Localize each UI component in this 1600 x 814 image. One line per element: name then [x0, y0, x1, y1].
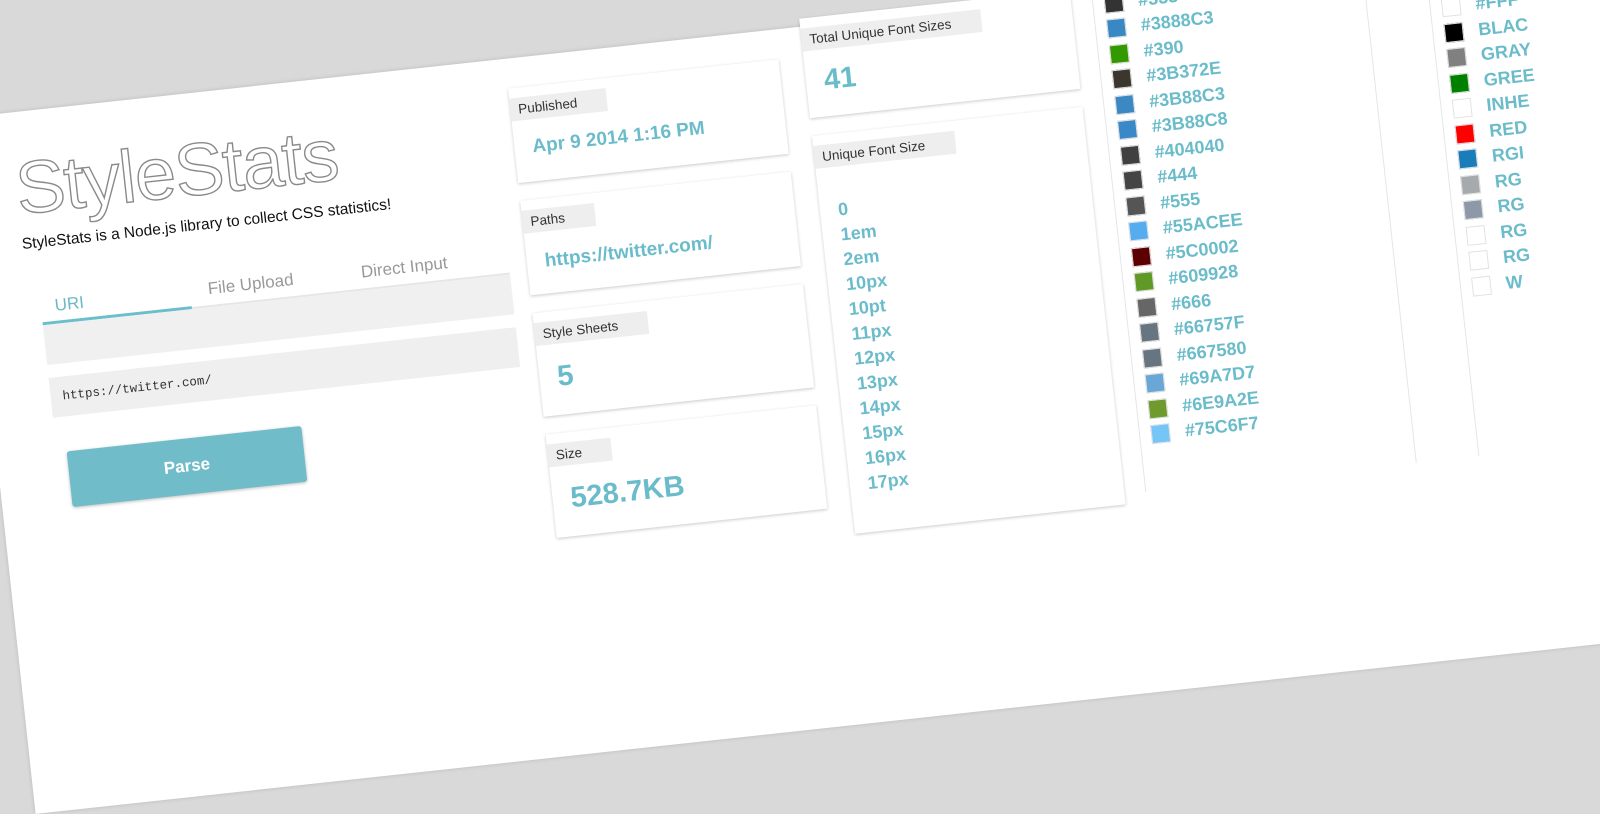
color-swatch	[1446, 47, 1468, 68]
color-item: RG	[1460, 168, 1523, 198]
size-label: Size	[546, 437, 614, 468]
color-item: RG	[1468, 244, 1531, 274]
color-name: RG	[1499, 218, 1529, 242]
color-item: GRAY	[1446, 39, 1532, 71]
color-name: W	[1504, 270, 1524, 293]
color-item: #3B88C8	[1117, 108, 1229, 143]
color-name: RG	[1493, 168, 1523, 192]
color-item: BLAC	[1443, 14, 1529, 46]
color-item: #69A7D7	[1144, 362, 1256, 397]
color-item: #FFF	[1440, 0, 1519, 21]
unique-font-size-label: Unique Font Size	[813, 130, 957, 169]
color-item: #333	[1103, 0, 1179, 17]
column-divider	[1355, 0, 1417, 463]
color-swatch	[1465, 224, 1487, 246]
color-swatch	[1103, 0, 1125, 14]
color-swatch	[1443, 21, 1465, 43]
color-swatch	[1147, 397, 1169, 419]
published-value: Apr 9 2014 1:16 PM	[531, 117, 706, 158]
color-item: INHE	[1451, 90, 1530, 122]
color-item: #3B372E	[1111, 58, 1222, 92]
color-swatch	[1133, 271, 1155, 293]
color-swatch	[1460, 173, 1481, 195]
parse-button[interactable]: Parse	[66, 425, 308, 508]
unique-font-size-list: 0 1em 2em 10px 10pt 11px 12px 13px 14px 15px 16px 1…	[837, 193, 910, 496]
style-sheets-card: Style Sheets 5	[532, 283, 815, 417]
paths-value[interactable]: https://twitter.com/	[544, 232, 714, 272]
total-unique-font-sizes-value: 41	[822, 61, 858, 97]
color-swatch	[1106, 17, 1128, 39]
color-name: RG	[1501, 244, 1531, 268]
color-swatch	[1144, 372, 1166, 394]
color-swatch	[1141, 347, 1163, 369]
tab-uri[interactable]: URI	[54, 293, 85, 316]
color-swatch	[1108, 42, 1130, 64]
color-item: #555	[1125, 188, 1201, 219]
font-size-item: 17px	[866, 468, 910, 494]
color-name: RG	[1496, 193, 1526, 217]
color-item: #5C0002	[1130, 235, 1239, 270]
color-name: RGI	[1490, 142, 1525, 166]
paths-label: Paths	[521, 203, 596, 234]
color-item: #3B88C3	[1114, 83, 1226, 118]
color-item: #75C6F7	[1150, 413, 1260, 447]
color-item: #390	[1108, 36, 1185, 67]
color-swatch	[1462, 199, 1484, 221]
published-card: Published Apr 9 2014 1:16 PM	[508, 59, 789, 184]
total-unique-font-sizes-label: Total Unique Font Sizes	[800, 9, 983, 52]
color-list-right: #FAFAF#FC0#FEC63#FF9B0#FFAC#FFCC#FFFBLAC…	[1424, 0, 1536, 300]
color-swatch	[1449, 72, 1470, 94]
style-sheets-value: 5	[555, 359, 576, 393]
style-sheets-label: Style Sheets	[533, 310, 650, 347]
published-label: Published	[509, 88, 609, 122]
color-item: #6E9A2E	[1147, 387, 1260, 422]
color-swatch	[1136, 296, 1158, 318]
color-item: #444	[1122, 163, 1198, 194]
color-swatch	[1125, 195, 1147, 216]
unique-font-size-card: Unique Font Size 0 1em 2em 10px 10pt 11px 12px…	[811, 106, 1126, 534]
color-swatch	[1117, 119, 1139, 140]
color-item: #404040	[1119, 134, 1225, 168]
color-item: #667580	[1141, 337, 1247, 371]
color-swatch	[1111, 68, 1133, 90]
color-swatch	[1130, 245, 1152, 267]
color-swatch	[1457, 148, 1479, 170]
color-item: RED	[1454, 116, 1528, 147]
color-swatch	[1114, 93, 1136, 115]
color-swatch	[1471, 275, 1492, 297]
color-item: GREE	[1449, 64, 1536, 96]
tab-direct-input[interactable]: Direct Input	[360, 253, 449, 282]
color-swatch	[1122, 169, 1144, 191]
paths-card: Paths https://twitter.com/	[520, 171, 801, 296]
color-swatch	[1119, 144, 1141, 166]
brand: StyleStats StyleStats is a Node.js libra…	[11, 112, 392, 254]
color-swatch	[1451, 97, 1473, 119]
color-item: RGI	[1457, 142, 1525, 173]
color-swatch	[1139, 321, 1161, 343]
size-card: Size 528.7KB	[545, 405, 828, 538]
color-item: RG	[1465, 219, 1528, 249]
color-swatch	[1454, 123, 1476, 145]
color-item: #3888C3	[1106, 7, 1215, 42]
color-item: RG	[1462, 194, 1525, 223]
color-swatch	[1440, 0, 1462, 18]
color-item: #609928	[1133, 261, 1239, 295]
color-item: #66757F	[1139, 312, 1246, 346]
size-value: 528.7KB	[568, 470, 687, 515]
total-unique-font-sizes-card: Total Unique Font Sizes 41	[799, 0, 1081, 119]
color-item: #666	[1136, 290, 1212, 321]
color-swatch	[1150, 423, 1172, 445]
color-item: #55ACEE	[1128, 209, 1244, 244]
stylestats-page: StyleStats StyleStats is a Node.js libra…	[0, 0, 1600, 814]
tab-file-upload[interactable]: File Upload	[207, 270, 295, 299]
color-item: W	[1471, 271, 1524, 299]
color-swatch	[1468, 249, 1490, 271]
color-swatch	[1128, 220, 1150, 242]
